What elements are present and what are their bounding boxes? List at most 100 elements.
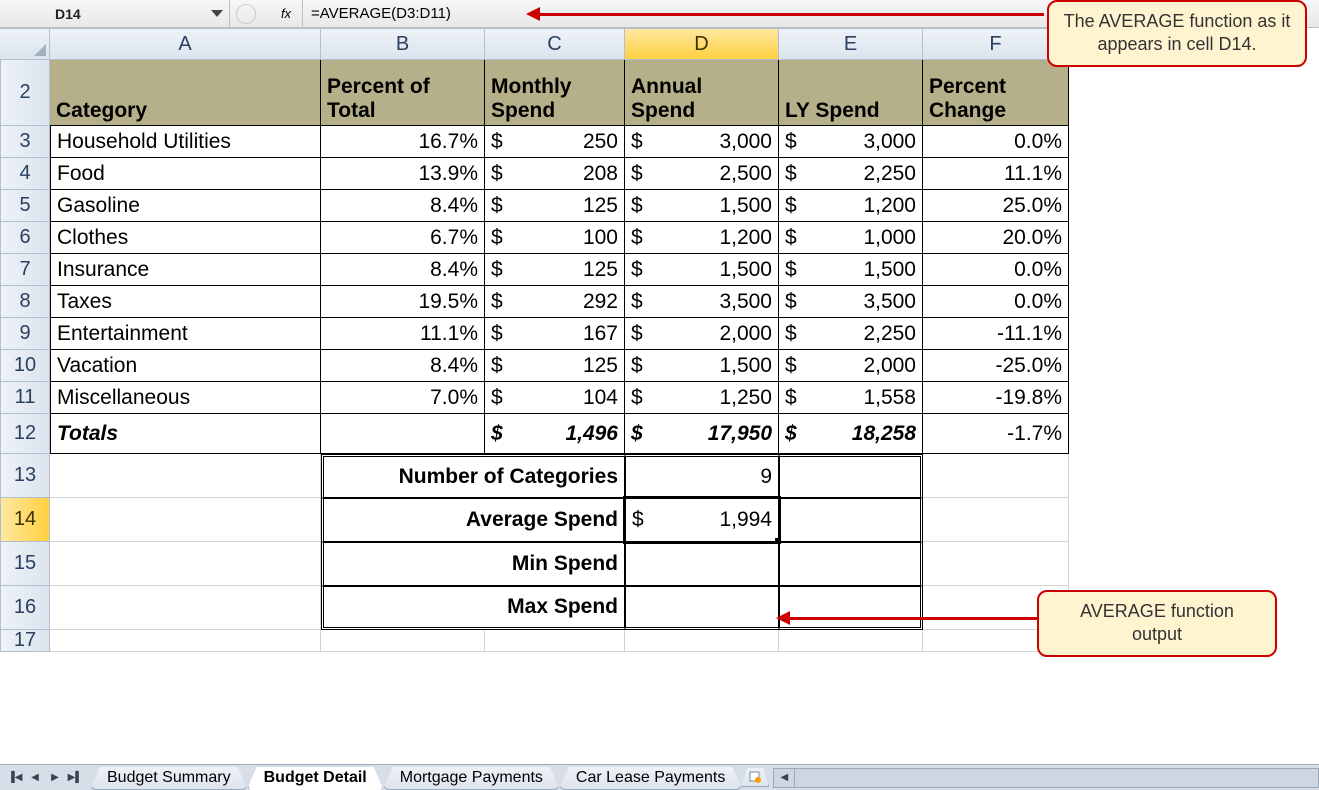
cell-F11[interactable]: -19.8% (923, 382, 1069, 414)
cell-E12[interactable]: $18,258 (779, 414, 923, 454)
row-header-5[interactable]: 5 (0, 190, 50, 222)
cell-A13[interactable] (50, 454, 321, 498)
cell-B8[interactable]: 19.5% (321, 286, 485, 318)
cell-G6[interactable] (1069, 222, 1081, 254)
cell-F12[interactable]: -1.7% (923, 414, 1069, 454)
cell-E5[interactable]: $1,200 (779, 190, 923, 222)
fx-icon[interactable]: fx (276, 4, 296, 24)
cell-B12[interactable] (321, 414, 485, 454)
cell-A6[interactable]: Clothes (50, 222, 321, 254)
cell-F2[interactable]: Percent Change (923, 60, 1069, 126)
row-header-12[interactable]: 12 (0, 414, 50, 454)
cell-F13[interactable] (923, 454, 1069, 498)
cell-D11[interactable]: $1,250 (625, 382, 779, 414)
horizontal-scrollbar[interactable] (795, 768, 1319, 788)
name-box-wrap[interactable] (0, 0, 230, 27)
cell-E15[interactable] (779, 542, 923, 586)
cell-D16[interactable] (625, 586, 779, 630)
cell-A9[interactable]: Entertainment (50, 318, 321, 350)
cell-A3[interactable]: Household Utilities (50, 126, 321, 158)
cell-D12[interactable]: $17,950 (625, 414, 779, 454)
cell-B4[interactable]: 13.9% (321, 158, 485, 190)
row-header-9[interactable]: 9 (0, 318, 50, 350)
cell-C5[interactable]: $125 (485, 190, 625, 222)
cell-BC14-label[interactable]: Average Spend (321, 498, 625, 542)
cell-A10[interactable]: Vacation (50, 350, 321, 382)
cell-G2[interactable] (1069, 60, 1081, 126)
col-header-E[interactable]: E (779, 28, 923, 60)
cell-E14[interactable] (779, 498, 923, 542)
cell-D3[interactable]: $3,000 (625, 126, 779, 158)
cell-F9[interactable]: -11.1% (923, 318, 1069, 350)
row-header-13[interactable]: 13 (0, 454, 50, 498)
cell-E6[interactable]: $1,000 (779, 222, 923, 254)
row-header-11[interactable]: 11 (0, 382, 50, 414)
tab-last-icon[interactable]: ▶▌ (66, 769, 84, 787)
cell-G14[interactable] (1069, 498, 1081, 542)
row-header-15[interactable]: 15 (0, 542, 50, 586)
cell-D7[interactable]: $1,500 (625, 254, 779, 286)
cell-C10[interactable]: $125 (485, 350, 625, 382)
cell-G8[interactable] (1069, 286, 1081, 318)
col-header-C[interactable]: C (485, 28, 625, 60)
cell-A16[interactable] (50, 586, 321, 630)
select-all-corner[interactable] (0, 28, 50, 60)
cell-G10[interactable] (1069, 350, 1081, 382)
row-header-7[interactable]: 7 (0, 254, 50, 286)
cell-C2[interactable]: Monthly Spend (485, 60, 625, 126)
cell-G11[interactable] (1069, 382, 1081, 414)
cell-C3[interactable]: $250 (485, 126, 625, 158)
cell-G15[interactable] (1069, 542, 1081, 586)
cell-B3[interactable]: 16.7% (321, 126, 485, 158)
cancel-icon[interactable] (236, 4, 256, 24)
name-box[interactable] (55, 6, 135, 22)
cell-F14[interactable] (923, 498, 1069, 542)
cell-D13[interactable]: 9 (625, 454, 779, 498)
cell-BC16-label[interactable]: Max Spend (321, 586, 625, 630)
cell-F10[interactable]: -25.0% (923, 350, 1069, 382)
cell-D14[interactable]: $1,994 (625, 498, 779, 542)
name-box-dropdown-icon[interactable] (211, 10, 223, 17)
cell-A5[interactable]: Gasoline (50, 190, 321, 222)
cell-E2[interactable]: LY Spend (779, 60, 923, 126)
row-header-3[interactable]: 3 (0, 126, 50, 158)
cell-D9[interactable]: $2,000 (625, 318, 779, 350)
cell-B7[interactable]: 8.4% (321, 254, 485, 286)
cell-C8[interactable]: $292 (485, 286, 625, 318)
tab-prev-icon[interactable]: ◀ (26, 769, 44, 787)
cell-E10[interactable]: $2,000 (779, 350, 923, 382)
cell-C17[interactable] (485, 630, 625, 652)
cell-B9[interactable]: 11.1% (321, 318, 485, 350)
tab-next-icon[interactable]: ▶ (46, 769, 64, 787)
cell-A14[interactable] (50, 498, 321, 542)
cell-B10[interactable]: 8.4% (321, 350, 485, 382)
cell-F4[interactable]: 11.1% (923, 158, 1069, 190)
cell-A11[interactable]: Miscellaneous (50, 382, 321, 414)
col-header-B[interactable]: B (321, 28, 485, 60)
cell-B2[interactable]: Percent of Total (321, 60, 485, 126)
cell-A7[interactable]: Insurance (50, 254, 321, 286)
col-header-D[interactable]: D (625, 28, 779, 60)
cell-D10[interactable]: $1,500 (625, 350, 779, 382)
cell-G4[interactable] (1069, 158, 1081, 190)
row-header-2[interactable]: 2 (0, 60, 50, 126)
sheet-tab-car-lease-payments[interactable]: Car Lease Payments (559, 767, 742, 790)
tab-first-icon[interactable]: ▐◀ (6, 769, 24, 787)
cell-D15[interactable] (625, 542, 779, 586)
cell-G9[interactable] (1069, 318, 1081, 350)
cell-C7[interactable]: $125 (485, 254, 625, 286)
cell-G5[interactable] (1069, 190, 1081, 222)
cell-B11[interactable]: 7.0% (321, 382, 485, 414)
cell-B17[interactable] (321, 630, 485, 652)
row-header-17[interactable]: 17 (0, 630, 50, 652)
row-header-16[interactable]: 16 (0, 586, 50, 630)
cell-F6[interactable]: 20.0% (923, 222, 1069, 254)
cell-C9[interactable]: $167 (485, 318, 625, 350)
cell-A12[interactable]: Totals (50, 414, 321, 454)
cell-F3[interactable]: 0.0% (923, 126, 1069, 158)
cell-E17[interactable] (779, 630, 923, 652)
cell-C4[interactable]: $208 (485, 158, 625, 190)
cell-BC15-label[interactable]: Min Spend (321, 542, 625, 586)
col-header-A[interactable]: A (50, 28, 321, 60)
sheet-tab-budget-summary[interactable]: Budget Summary (90, 767, 248, 790)
